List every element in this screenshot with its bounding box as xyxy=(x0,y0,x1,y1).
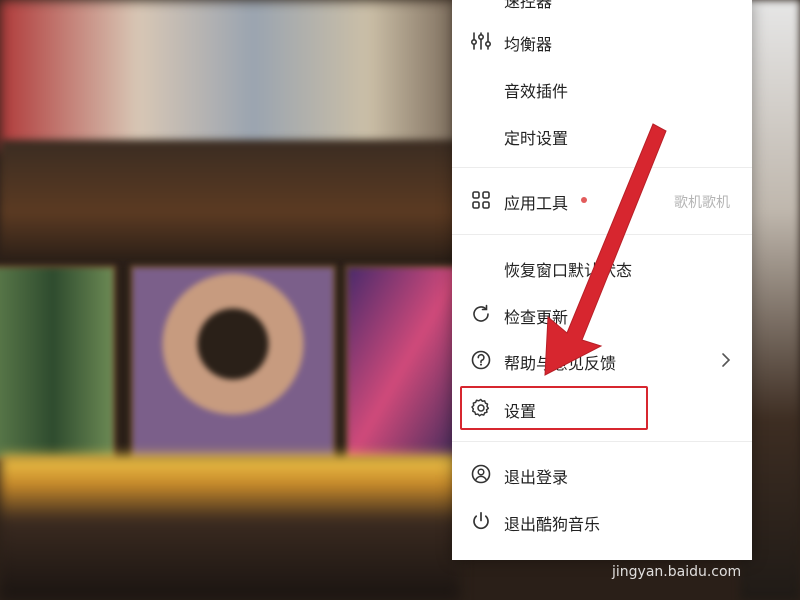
background-shelf xyxy=(0,140,460,260)
grid-icon xyxy=(472,191,490,209)
album-cover xyxy=(0,265,116,461)
menu-item-aside-text: 歌机歌机 xyxy=(674,195,730,211)
menu-item-label: 均衡器 xyxy=(504,35,553,54)
menu-item-label: 应用工具 xyxy=(504,194,569,213)
menu-item-label: 退出酷狗音乐 xyxy=(504,515,601,534)
menu-item-sound-effect-plugin[interactable]: 音效插件 xyxy=(452,68,752,108)
menu-item-label: 恢复窗口默认状态 xyxy=(504,261,633,280)
menu-item-restore-window[interactable]: 恢复窗口默认状态 xyxy=(452,247,752,287)
menu-divider xyxy=(452,234,752,235)
menu-item-app-tools[interactable]: 应用工具 歌机歌机 xyxy=(452,180,752,220)
menu-item-partial[interactable]: 速控器 xyxy=(452,0,752,18)
refresh-icon xyxy=(473,304,489,322)
settings-highlight-box xyxy=(460,386,648,430)
menu-item-logout[interactable]: 退出登录 xyxy=(452,454,752,494)
menu-item-label: 音效插件 xyxy=(504,82,569,101)
menu-item-label: 速控器 xyxy=(504,0,553,11)
album-cover xyxy=(130,265,336,461)
user-icon xyxy=(471,464,491,484)
power-icon xyxy=(473,511,489,530)
menu-item-label: 定时设置 xyxy=(504,129,569,148)
album-cover xyxy=(345,265,466,461)
menu-item-label: 退出登录 xyxy=(504,468,569,487)
menu-item-timer-settings[interactable]: 定时设置 xyxy=(452,115,752,155)
background-banner xyxy=(0,0,460,150)
baidu-jingyan-logo: Bai du 经验 xyxy=(612,536,742,561)
background-bottom-strip xyxy=(0,455,460,600)
menu-item-equalizer[interactable]: 均衡器 xyxy=(452,21,752,61)
watermark-url: jingyan.baidu.com xyxy=(612,564,742,580)
menu-divider xyxy=(452,441,752,442)
menu-item-label: 检查更新 xyxy=(504,308,569,327)
menu-item-help-feedback[interactable]: 帮助与意见反馈 xyxy=(452,340,752,380)
equalizer-icon xyxy=(470,32,492,50)
chevron-right-icon xyxy=(722,353,731,367)
menu-divider xyxy=(452,167,752,168)
help-icon xyxy=(471,350,491,370)
main-menu-dropdown: 速控器 均衡器 音效插件 定时设置 应用工具 歌机歌机 恢复窗口默认状态 检查更… xyxy=(452,0,752,560)
menu-item-check-update[interactable]: 检查更新 xyxy=(452,294,752,334)
new-badge-dot xyxy=(581,197,587,203)
menu-item-label: 帮助与意见反馈 xyxy=(504,354,617,373)
